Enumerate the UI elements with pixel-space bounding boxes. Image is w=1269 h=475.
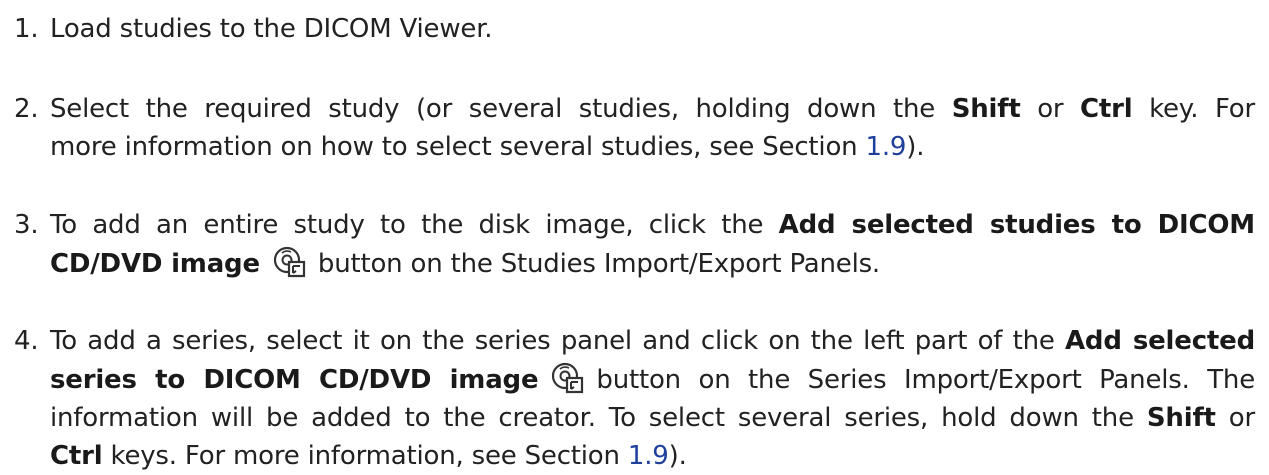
bold-term: Ctrl — [1080, 94, 1133, 124]
text-run: To add an entire study to the disk image… — [50, 210, 779, 240]
bold-term: CD/DVD image — [50, 249, 260, 279]
text-run: keys. For more information, see Section — [102, 441, 628, 471]
text-line: Select the required study (or several st… — [50, 90, 1255, 128]
bold-term: Add selected studies to DICOM — [778, 210, 1256, 240]
text-run: Select the required study (or several st… — [50, 94, 952, 124]
text-line: To add a series, select it on the series… — [50, 322, 1255, 360]
text-line: CD/DVD image button on the Studies Import… — [50, 244, 1255, 283]
bold-term: Add selected — [1064, 326, 1255, 356]
text-line: series to DICOM CD/DVD image button on th… — [50, 360, 1255, 399]
text-run: information will be added to the creator… — [50, 403, 1147, 433]
text-line: information will be added to the creator… — [50, 399, 1255, 437]
step-number: 4. — [14, 326, 39, 356]
add-to-cd-dvd-icon — [552, 362, 584, 394]
text-run: or — [1020, 94, 1081, 124]
text-line: Load studies to the DICOM Viewer. — [50, 10, 1255, 48]
text-run: ). — [906, 132, 925, 162]
step-number: 1. — [14, 14, 39, 44]
step-text: To add a series, select it on the series… — [50, 322, 1255, 475]
text-run: button on the Studies Import/Export Pane… — [317, 249, 880, 279]
bold-term: Shift — [1146, 403, 1216, 433]
bold-term: series to DICOM CD/DVD image — [50, 365, 539, 395]
text-line: Ctrl keys. For more information, see Sec… — [50, 437, 1255, 475]
text-run: more information on how to select severa… — [50, 132, 866, 162]
text-run: To add a series, select it on the series… — [50, 326, 1065, 356]
step-text: To add an entire study to the disk image… — [50, 206, 1255, 283]
bold-term: Ctrl — [50, 441, 103, 471]
section-link[interactable]: 1.9 — [866, 132, 907, 162]
text-line: more information on how to select severa… — [50, 128, 1255, 166]
bold-term: Shift — [951, 94, 1021, 124]
add-to-cd-dvd-icon — [273, 246, 306, 278]
text-run: ). — [668, 441, 687, 471]
section-link[interactable]: 1.9 — [628, 441, 669, 471]
step-number: 2. — [14, 94, 39, 124]
step-text: Load studies to the DICOM Viewer. — [50, 10, 1255, 48]
step-text: Select the required study (or several st… — [50, 90, 1255, 166]
step-number: 3. — [14, 210, 39, 240]
text-run: Load studies to the DICOM Viewer. — [50, 14, 493, 44]
text-line: To add an entire study to the disk image… — [50, 206, 1255, 244]
text-run: button on the Series Import/Export Panel… — [596, 365, 1255, 395]
text-run: key. For — [1132, 94, 1255, 124]
text-run: or — [1215, 403, 1255, 433]
